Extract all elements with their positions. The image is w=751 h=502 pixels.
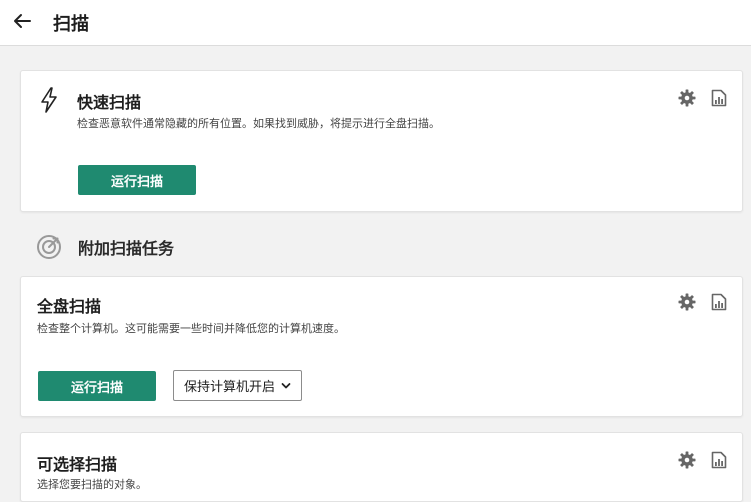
quick-scan-run-button[interactable]: 运行扫描: [78, 165, 196, 195]
power-option-dropdown[interactable]: 保持计算机开启: [173, 370, 303, 401]
custom-scan-tools: [678, 451, 728, 469]
custom-scan-card: 可选择扫描 选择您要扫描的对象。: [20, 432, 743, 502]
target-check-icon: [37, 235, 61, 259]
full-scan-tools: [678, 293, 728, 311]
gear-icon: [678, 451, 696, 469]
full-scan-card: 全盘扫描 检查整个计算机。这可能需要一些时间并降低您的计算机速度。 运行扫描 保…: [20, 276, 743, 417]
power-option-value: 保持计算机开启: [184, 380, 276, 395]
full-scan-report-button[interactable]: [710, 293, 728, 311]
additional-tasks-title: 附加扫描任务: [78, 239, 175, 258]
full-scan-run-button[interactable]: 运行扫描: [38, 371, 156, 401]
gear-icon: [678, 89, 696, 107]
gear-icon: [678, 293, 696, 311]
quick-scan-tools: [678, 89, 728, 107]
custom-scan-description: 选择您要扫描的对象。: [37, 478, 147, 491]
full-scan-settings-button[interactable]: [678, 293, 696, 311]
chevron-down-icon: [281, 382, 291, 388]
quick-scan-report-button[interactable]: [710, 89, 728, 107]
full-scan-description: 检查整个计算机。这可能需要一些时间并降低您的计算机速度。: [37, 322, 345, 335]
full-scan-title: 全盘扫描: [37, 297, 102, 316]
quick-scan-card: 快速扫描 检查恶意软件通常隐藏的所有位置。如果找到威胁，将提示进行全盘扫描。 运…: [20, 70, 743, 212]
additional-tasks-heading: 附加扫描任务: [36, 234, 174, 260]
report-icon: [711, 293, 727, 311]
custom-scan-settings-button[interactable]: [678, 451, 696, 469]
report-icon: [711, 451, 727, 469]
quick-scan-title: 快速扫描: [77, 93, 142, 112]
back-button[interactable]: [10, 9, 34, 33]
custom-scan-report-button[interactable]: [710, 451, 728, 469]
top-bar: 扫描: [0, 0, 751, 46]
report-icon: [711, 89, 727, 107]
quick-scan-settings-button[interactable]: [678, 89, 696, 107]
page-title: 扫描: [53, 14, 89, 35]
custom-scan-title: 可选择扫描: [37, 455, 118, 474]
quick-scan-description: 检查恶意软件通常隐藏的所有位置。如果找到威胁，将提示进行全盘扫描。: [77, 117, 440, 130]
lightning-icon: [41, 87, 57, 113]
arrow-left-icon: [14, 14, 31, 28]
